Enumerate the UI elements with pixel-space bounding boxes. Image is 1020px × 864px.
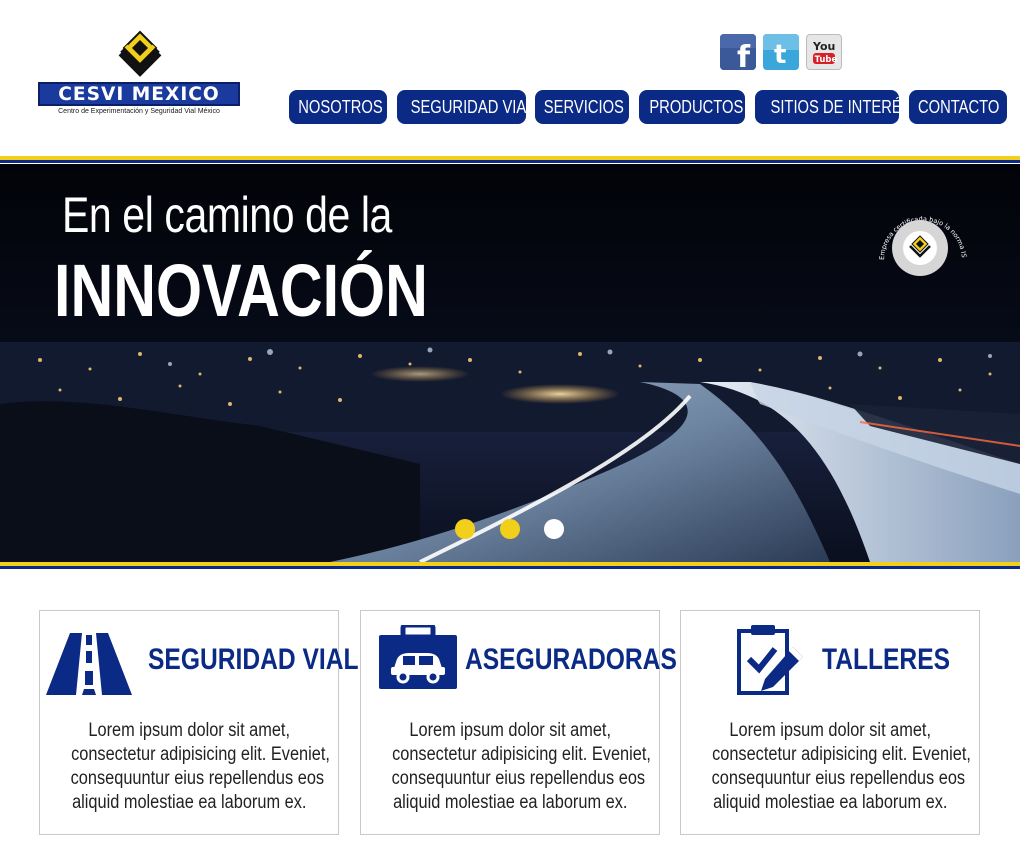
hero-divider-navy: [0, 566, 1020, 569]
iso-quality-seal: Empresa certificada bajo la norma ISO 90…: [866, 198, 968, 276]
clipboard-check-icon: [737, 625, 803, 695]
insurance-car-icon: [379, 625, 457, 689]
slider-dot-2[interactable]: [500, 519, 520, 539]
header-divider-navy: [0, 160, 1020, 163]
road-icon: [46, 633, 132, 695]
facebook-icon: f: [720, 34, 756, 70]
card-body: Lorem ipsum dolor sit amet, consectetur …: [70, 720, 330, 813]
slider-dot-3-active[interactable]: [544, 519, 564, 539]
twitter-link[interactable]: t: [763, 34, 799, 70]
nav-servicios[interactable]: SERVICIOS: [535, 90, 629, 124]
card-title: SEGURIDAD VIAL: [148, 643, 359, 676]
card-aseguradoras[interactable]: ASEGURADORAS Lorem ipsum dolor sit amet,…: [360, 610, 677, 835]
card-seguridad-vial[interactable]: SEGURIDAD VIAL Lorem ipsum dolor sit ame…: [39, 610, 358, 835]
hero-headline-line2: INNOVACIÓN: [54, 249, 428, 332]
twitter-icon: t: [763, 34, 799, 70]
twitter-glyph: t: [774, 40, 786, 70]
cesvi-chevron-logo-icon: [118, 30, 162, 77]
nav-productos[interactable]: PRODUCTOS: [639, 90, 745, 124]
youtube-link[interactable]: You Tube: [806, 34, 842, 70]
nav-nosotros[interactable]: NOSOTROS: [289, 90, 387, 124]
nav-contacto[interactable]: CONTACTO: [909, 90, 1007, 124]
youtube-icon: You Tube: [812, 40, 838, 65]
card-title: TALLERES: [822, 643, 951, 676]
card-body: Lorem ipsum dolor sit amet, consectetur …: [391, 720, 651, 813]
card-talleres[interactable]: TALLERES Lorem ipsum dolor sit amet, con…: [680, 610, 980, 835]
youtube-you: You: [812, 40, 835, 53]
nav-sitios-de-interes[interactable]: SITIOS DE INTERÉS: [755, 90, 912, 124]
card-title: ASEGURADORAS: [465, 643, 677, 676]
hero-headline-line1: En el camino de la: [62, 187, 392, 243]
slider-dot-1[interactable]: [455, 519, 475, 539]
facebook-glyph: f: [737, 40, 751, 70]
nav-seguridad-vial[interactable]: SEGURIDAD VIAL: [397, 90, 534, 124]
youtube-tube: Tube: [815, 55, 838, 65]
main-nav: NOSOTROS SEGURIDAD VIAL SERVICIOS PRODUC…: [0, 90, 1020, 126]
card-body: Lorem ipsum dolor sit amet, consectetur …: [711, 720, 971, 813]
facebook-link[interactable]: f: [720, 34, 756, 70]
